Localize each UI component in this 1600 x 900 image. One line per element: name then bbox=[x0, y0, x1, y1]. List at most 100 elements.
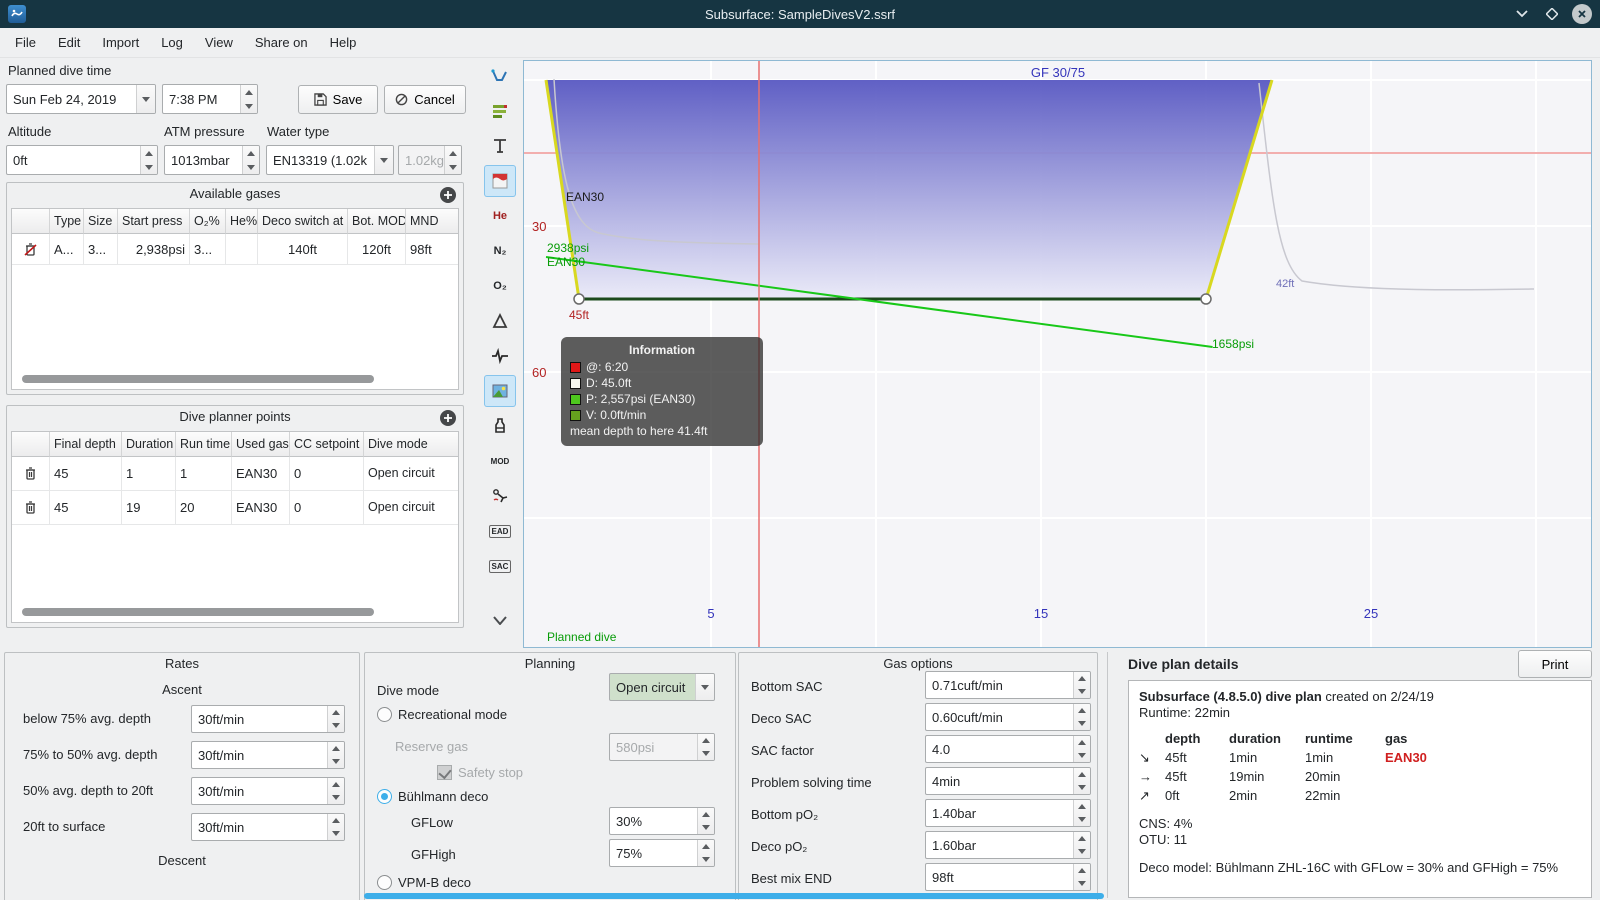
cancel-button[interactable]: Cancel bbox=[384, 85, 466, 114]
points-hscrollbar[interactable] bbox=[22, 608, 382, 616]
spin-buttons[interactable] bbox=[697, 840, 714, 866]
dive-time-spinner[interactable]: 7:38 PM bbox=[162, 84, 258, 114]
menu-view[interactable]: View bbox=[194, 30, 244, 55]
spin-up-icon[interactable] bbox=[328, 742, 344, 755]
spin-buttons[interactable] bbox=[1073, 768, 1090, 794]
points-col-duration[interactable]: Duration bbox=[122, 432, 176, 457]
spin-down-icon[interactable] bbox=[328, 755, 344, 768]
bottom-po2-spinner[interactable]: 1.40bar bbox=[925, 799, 1091, 827]
spin-down-icon[interactable] bbox=[328, 791, 344, 804]
spin-up-icon[interactable] bbox=[328, 814, 344, 827]
vpmb-deco-radio[interactable] bbox=[377, 875, 392, 890]
ascent-rate-3-spinner[interactable]: 30ft/min bbox=[191, 777, 345, 805]
spin-buttons[interactable] bbox=[327, 742, 344, 768]
spin-up-icon[interactable] bbox=[1074, 864, 1090, 877]
spin-buttons[interactable] bbox=[242, 146, 259, 174]
gas-row[interactable]: A... 3... 2,938psi 3... 140ft 120ft 98ft bbox=[12, 234, 458, 265]
chevron-down-icon[interactable] bbox=[374, 146, 393, 174]
gradient-factor-toggle-icon[interactable] bbox=[484, 305, 516, 337]
close-window-icon[interactable] bbox=[1572, 4, 1592, 24]
mod-toggle-icon[interactable]: MOD bbox=[484, 445, 516, 477]
spin-down-icon[interactable] bbox=[141, 160, 157, 174]
chevron-down-icon[interactable] bbox=[695, 674, 714, 700]
delete-point-icon[interactable] bbox=[12, 457, 50, 491]
best-mix-end-spinner[interactable]: 98ft bbox=[925, 863, 1091, 891]
spin-buttons[interactable] bbox=[327, 778, 344, 804]
spin-up-icon[interactable] bbox=[141, 146, 157, 160]
spin-down-icon[interactable] bbox=[698, 821, 714, 834]
chevron-down-icon[interactable] bbox=[136, 85, 155, 113]
spin-buttons[interactable] bbox=[1073, 672, 1090, 698]
sac-factor-spinner[interactable]: 4.0 bbox=[925, 735, 1091, 763]
bottom-sac-spinner[interactable]: 0.71cuft/min bbox=[925, 671, 1091, 699]
spin-up-icon[interactable] bbox=[1074, 736, 1090, 749]
spin-buttons[interactable] bbox=[140, 146, 157, 174]
gas-switch-toggle-icon[interactable] bbox=[484, 410, 516, 442]
spin-up-icon[interactable] bbox=[241, 85, 257, 99]
gases-hscrollbar[interactable] bbox=[22, 375, 382, 383]
maximize-window-icon[interactable] bbox=[1542, 4, 1562, 24]
spin-down-icon[interactable] bbox=[328, 719, 344, 732]
spin-down-icon[interactable] bbox=[243, 160, 259, 174]
diver-sac-toggle-icon[interactable] bbox=[484, 480, 516, 512]
delete-gas-icon[interactable] bbox=[12, 234, 50, 265]
ascent-rate-2-spinner[interactable]: 30ft/min bbox=[191, 741, 345, 769]
print-button[interactable]: Print bbox=[1518, 650, 1592, 678]
menu-edit[interactable]: Edit bbox=[47, 30, 91, 55]
spin-buttons[interactable] bbox=[1073, 736, 1090, 762]
points-col-gas[interactable]: Used gas bbox=[232, 432, 290, 457]
spin-buttons[interactable] bbox=[1073, 704, 1090, 730]
gfhigh-spinner[interactable]: 75% bbox=[609, 839, 715, 867]
gases-col-o2[interactable]: O₂% bbox=[190, 209, 226, 234]
menu-help[interactable]: Help bbox=[319, 30, 368, 55]
atm-pressure-spinner[interactable]: 1013mbar bbox=[164, 145, 260, 175]
gases-col-type[interactable]: Type bbox=[50, 209, 84, 234]
deco-sac-spinner[interactable]: 0.60cuft/min bbox=[925, 703, 1091, 731]
ruler-icon[interactable] bbox=[484, 130, 516, 162]
points-col-delete[interactable] bbox=[12, 432, 50, 457]
add-point-button[interactable] bbox=[440, 410, 456, 426]
spin-up-icon[interactable] bbox=[698, 808, 714, 821]
spin-up-icon[interactable] bbox=[1074, 768, 1090, 781]
spin-down-icon[interactable] bbox=[241, 99, 257, 113]
spin-down-icon[interactable] bbox=[328, 827, 344, 840]
deco-po2-spinner[interactable]: 1.60bar bbox=[925, 831, 1091, 859]
ceiling-toggle-icon[interactable] bbox=[484, 165, 516, 197]
spin-up-icon[interactable] bbox=[328, 706, 344, 719]
spin-buttons[interactable] bbox=[697, 808, 714, 834]
ascent-rate-1-spinner[interactable]: 30ft/min bbox=[191, 705, 345, 733]
spin-buttons[interactable] bbox=[327, 706, 344, 732]
point-row[interactable]: 45 19 20 EAN30 0 Open circuit bbox=[12, 491, 458, 525]
altitude-spinner[interactable]: 0ft bbox=[6, 145, 158, 175]
spin-up-icon[interactable] bbox=[1074, 704, 1090, 717]
spin-up-icon[interactable] bbox=[1074, 800, 1090, 813]
titlebar[interactable]: Subsurface: SampleDivesV2.ssrf bbox=[0, 0, 1600, 28]
settings-hscrollbar[interactable] bbox=[364, 893, 1104, 899]
dive-date-combo[interactable]: Sun Feb 24, 2019 bbox=[6, 84, 156, 114]
add-gas-button[interactable] bbox=[440, 187, 456, 203]
points-col-mode[interactable]: Dive mode bbox=[364, 432, 458, 457]
spin-down-icon[interactable] bbox=[698, 853, 714, 866]
scale-graph-icon[interactable] bbox=[484, 60, 516, 92]
spin-buttons[interactable] bbox=[1073, 864, 1090, 890]
gases-col-botmod[interactable]: Bot. MOD bbox=[348, 209, 406, 234]
menu-import[interactable]: Import bbox=[91, 30, 150, 55]
menu-share-on[interactable]: Share on bbox=[244, 30, 319, 55]
spin-down-icon[interactable] bbox=[1074, 845, 1090, 858]
pp-he-toggle-icon[interactable]: He bbox=[484, 200, 516, 232]
points-col-depth[interactable]: Final depth bbox=[50, 432, 122, 457]
dive-mode-combo[interactable]: Open circuit bbox=[609, 673, 715, 701]
points-col-setpoint[interactable]: CC setpoint bbox=[290, 432, 364, 457]
points-col-runtime[interactable]: Run time bbox=[176, 432, 232, 457]
spin-up-icon[interactable] bbox=[328, 778, 344, 791]
problem-solving-time-spinner[interactable]: 4min bbox=[925, 767, 1091, 795]
buhlmann-deco-radio[interactable] bbox=[377, 789, 392, 804]
gases-col-decoswitch[interactable]: Deco switch at bbox=[258, 209, 348, 234]
spin-up-icon[interactable] bbox=[243, 146, 259, 160]
ascent-rate-4-spinner[interactable]: 30ft/min bbox=[191, 813, 345, 841]
pp-n2-toggle-icon[interactable]: N₂ bbox=[484, 235, 516, 267]
delete-point-icon[interactable] bbox=[12, 491, 50, 525]
menu-log[interactable]: Log bbox=[150, 30, 194, 55]
spin-down-icon[interactable] bbox=[1074, 813, 1090, 826]
shade-window-icon[interactable] bbox=[1512, 4, 1532, 24]
